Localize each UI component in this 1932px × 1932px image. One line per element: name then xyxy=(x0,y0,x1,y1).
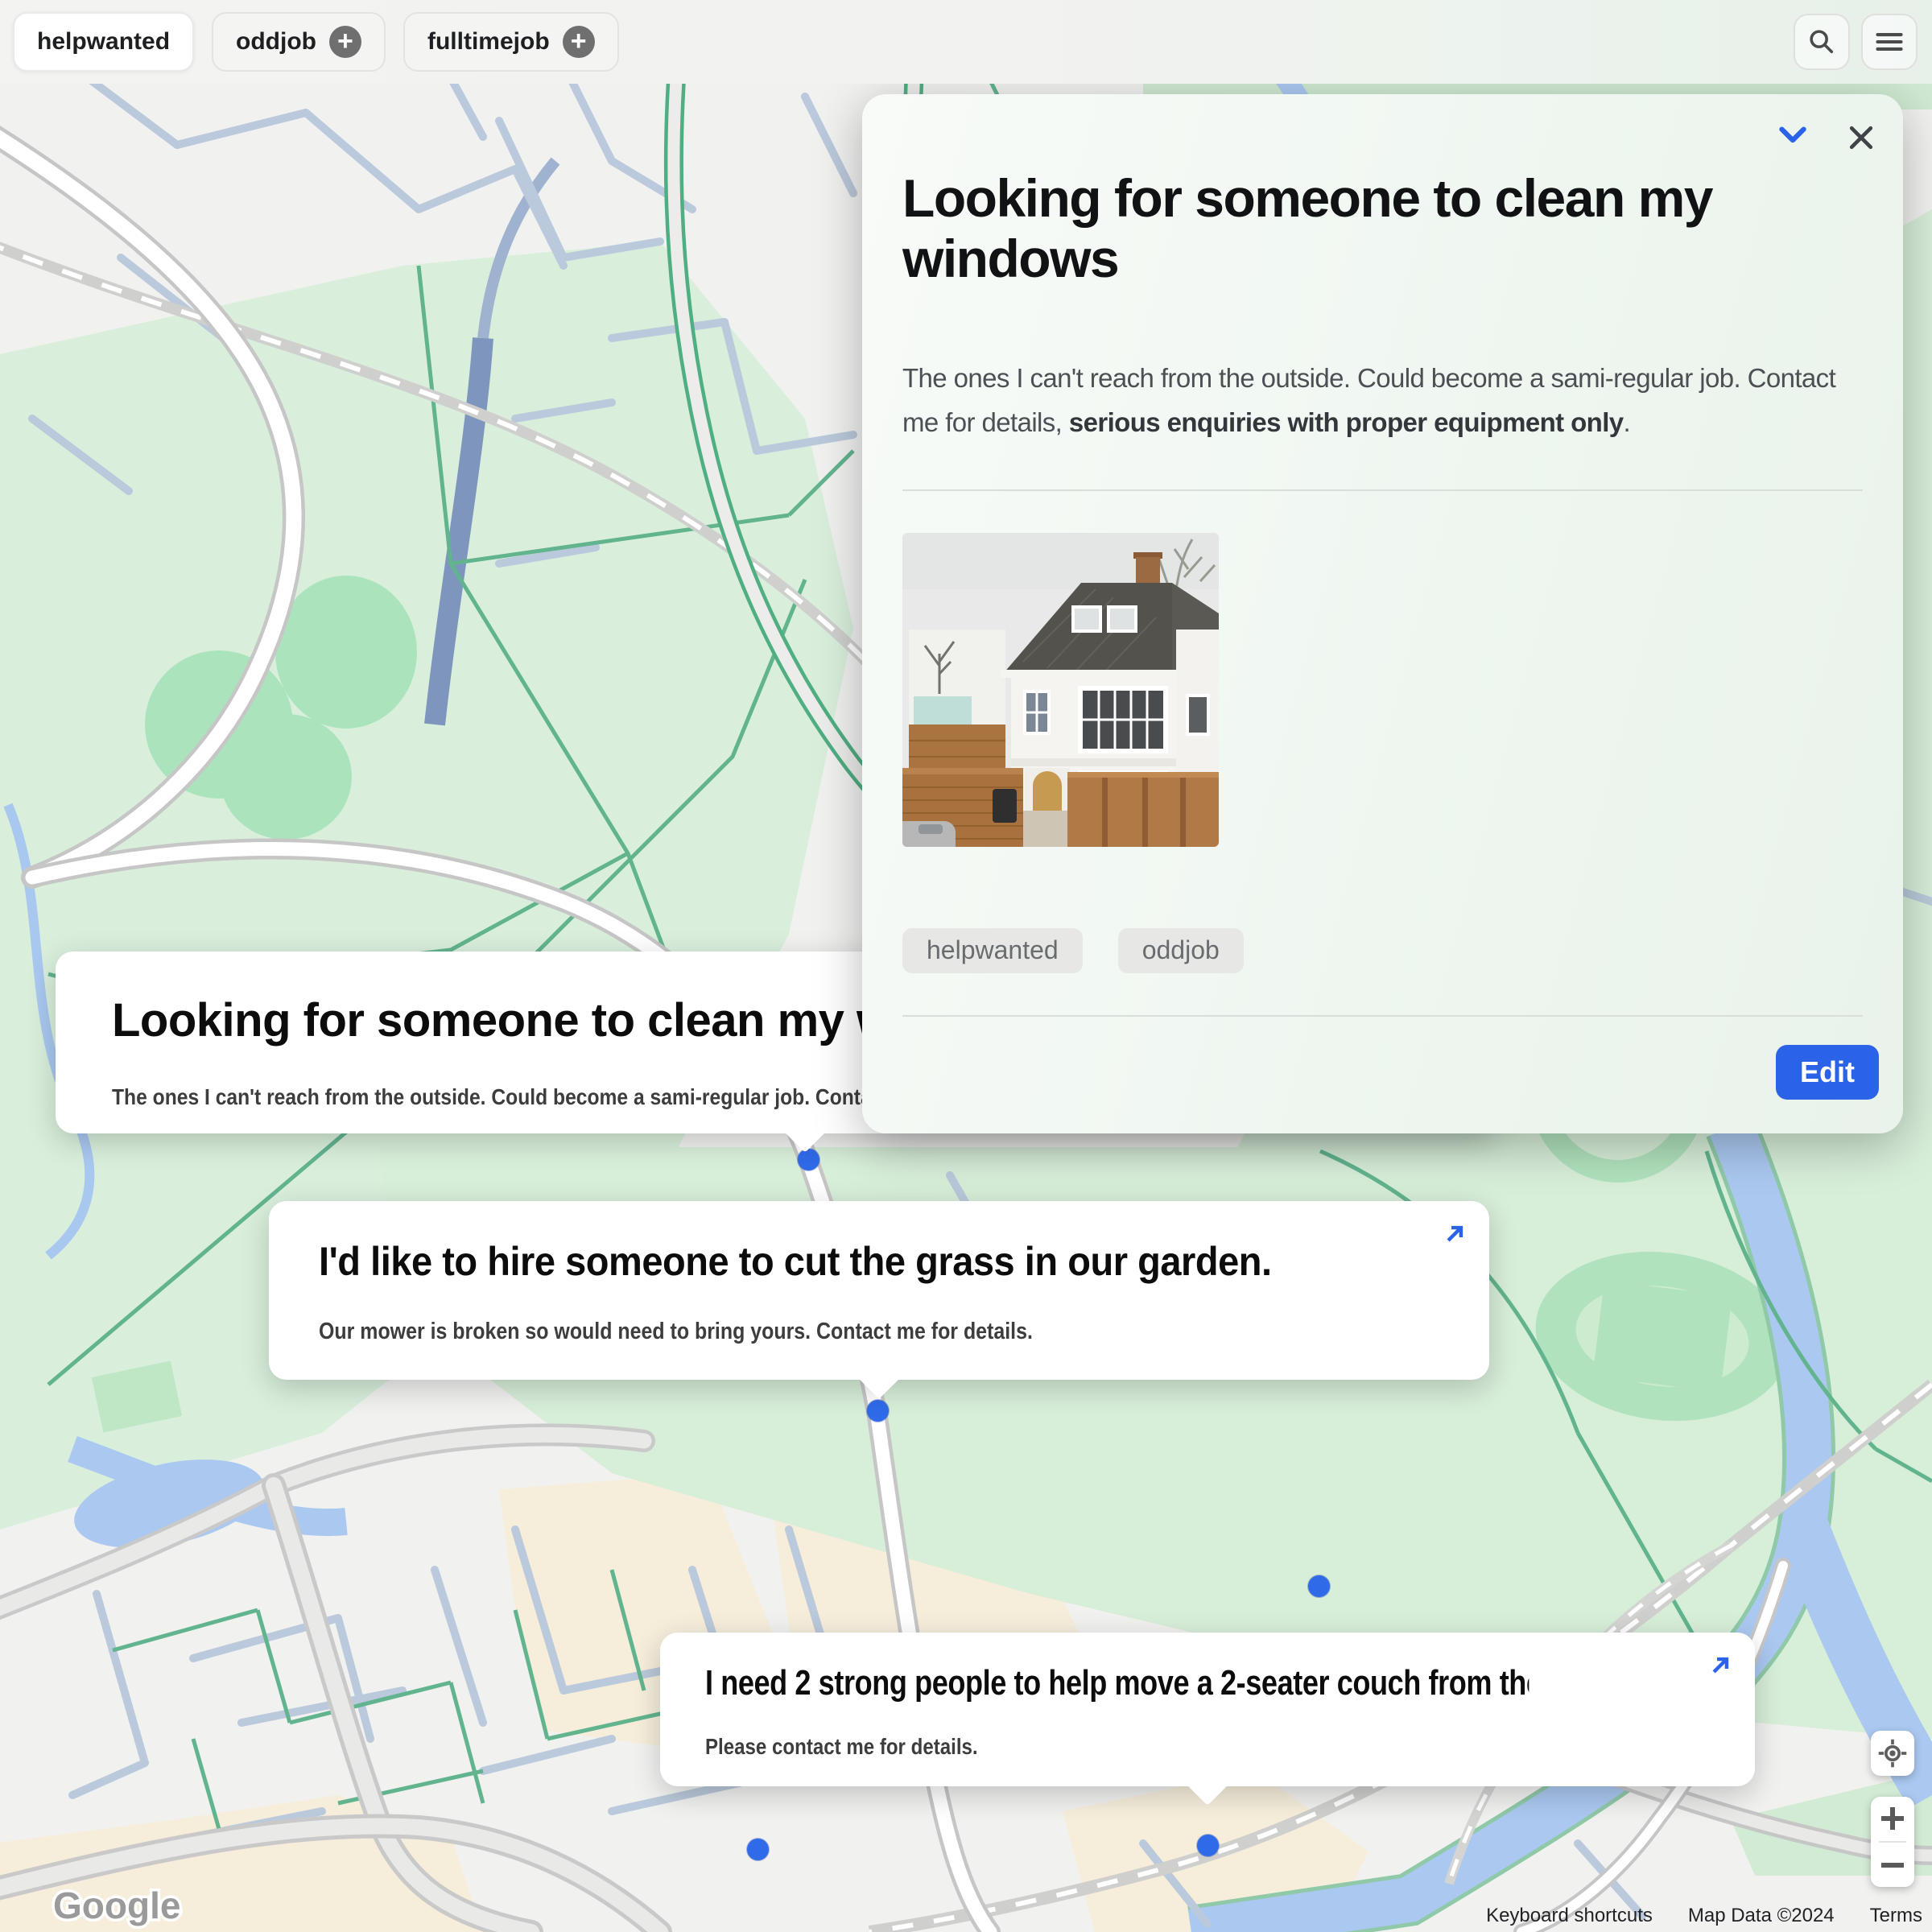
chip-label: oddjob xyxy=(236,28,316,56)
keyboard-shortcuts-link[interactable]: Keyboard shortcuts xyxy=(1486,1905,1653,1927)
zoom-in-icon[interactable] xyxy=(1879,1805,1906,1832)
card-title: I'd like to hire someone to cut the gras… xyxy=(319,1238,1372,1285)
divider xyxy=(902,489,1863,491)
map-marker[interactable] xyxy=(1308,1575,1330,1597)
map-marker[interactable] xyxy=(1197,1835,1219,1856)
post-tags: helpwanted oddjob xyxy=(902,928,1863,973)
top-bar: helpwanted oddjob + fulltimejob + xyxy=(0,0,1932,84)
collapse-chevron-icon[interactable] xyxy=(1776,122,1810,153)
card-description: Our mower is broken so would need to bri… xyxy=(319,1319,1282,1345)
post-title: Looking for someone to clean my windows xyxy=(902,94,1836,289)
divider xyxy=(902,1015,1863,1017)
map-marker[interactable] xyxy=(867,1400,889,1422)
svg-text:Google: Google xyxy=(53,1885,180,1926)
terms-link[interactable]: Terms xyxy=(1870,1905,1922,1927)
map-card-cut-grass[interactable]: I'd like to hire someone to cut the gras… xyxy=(269,1201,1489,1380)
open-post-icon[interactable] xyxy=(1705,1650,1736,1685)
filter-chip-helpwanted[interactable]: helpwanted xyxy=(13,12,194,72)
google-logo: Google xyxy=(50,1882,243,1932)
my-location-button[interactable] xyxy=(1871,1731,1914,1776)
filter-chip-oddjob[interactable]: oddjob + xyxy=(212,12,386,72)
search-icon xyxy=(1806,27,1837,57)
tag-filter-chips: helpwanted oddjob + fulltimejob + xyxy=(13,12,619,72)
menu-icon xyxy=(1874,27,1905,57)
post-photo-house[interactable] xyxy=(902,533,1219,847)
tag-pill: oddjob xyxy=(1118,928,1244,973)
app-root: Looking for someone to clean my windows … xyxy=(0,0,1932,1932)
map-card-move-couch[interactable]: I need 2 strong people to help move a 2-… xyxy=(660,1633,1755,1786)
chip-label: fulltimejob xyxy=(427,28,550,56)
map-marker[interactable] xyxy=(798,1149,819,1170)
menu-button[interactable] xyxy=(1861,14,1918,70)
tag-pill: helpwanted xyxy=(902,928,1083,973)
map-attribution: Keyboard shortcuts Map Data ©2024 Terms xyxy=(1486,1905,1922,1927)
add-tag-icon[interactable]: + xyxy=(329,26,361,58)
divider xyxy=(1879,1841,1906,1843)
post-detail-panel: Looking for someone to clean my windows … xyxy=(862,94,1903,1133)
post-description: The ones I can't reach from the outside.… xyxy=(902,357,1863,444)
add-tag-icon[interactable]: + xyxy=(563,26,595,58)
top-bar-actions xyxy=(1794,14,1918,70)
map-data-label: Map Data ©2024 xyxy=(1688,1905,1835,1927)
map-marker[interactable] xyxy=(747,1839,769,1860)
zoom-out-icon[interactable] xyxy=(1879,1852,1906,1879)
card-description: Please contact me for details. xyxy=(705,1734,1569,1760)
open-post-icon[interactable] xyxy=(1439,1219,1470,1253)
close-icon[interactable] xyxy=(1845,122,1877,158)
filter-chip-fulltimejob[interactable]: fulltimejob + xyxy=(403,12,619,72)
edit-button[interactable]: Edit xyxy=(1776,1045,1879,1100)
zoom-controls xyxy=(1871,1797,1914,1887)
card-title: I need 2 strong people to help move a 2-… xyxy=(705,1663,1529,1703)
my-location-icon xyxy=(1876,1737,1909,1769)
chip-label: helpwanted xyxy=(37,28,170,56)
search-button[interactable] xyxy=(1794,14,1850,70)
